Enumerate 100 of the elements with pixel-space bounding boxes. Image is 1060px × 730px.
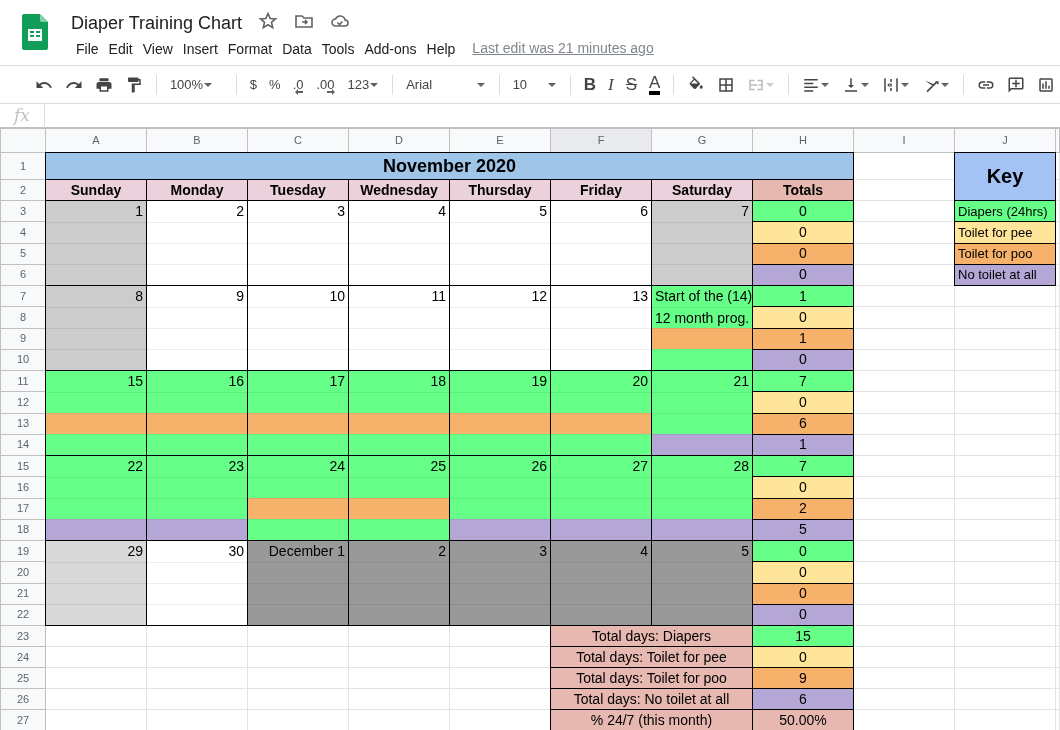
cell-note: 12 month prog.: [655, 309, 750, 328]
row-header[interactable]: 8: [0, 306, 46, 328]
day-number: 22: [126, 457, 143, 476]
column-header[interactable]: A: [45, 128, 147, 153]
column-header[interactable]: H: [752, 128, 854, 153]
column-header[interactable]: D: [348, 128, 450, 153]
row-header[interactable]: 27: [0, 709, 46, 730]
font-size-dropdown[interactable]: 10: [507, 70, 562, 99]
menu-item[interactable]: Format: [222, 38, 278, 59]
summary-label: Total days: Toilet for poo: [550, 667, 753, 689]
day-number: 7: [740, 202, 749, 221]
menu-item[interactable]: File: [71, 38, 104, 59]
day-number: 6: [639, 202, 648, 221]
menu-item[interactable]: Data: [277, 38, 317, 59]
day-number: 5: [740, 542, 749, 561]
row-header[interactable]: 18: [0, 519, 46, 541]
day-number: 12: [530, 287, 547, 306]
day-number: 2: [437, 542, 446, 561]
menu-item[interactable]: Tools: [316, 38, 360, 59]
day-number: 24: [328, 457, 345, 476]
day-number: 19: [530, 372, 547, 391]
menu-item[interactable]: Edit: [103, 38, 138, 59]
cell-note: Start of the (14): [655, 287, 752, 306]
row-header[interactable]: 3: [0, 200, 46, 222]
row-header[interactable]: 22: [0, 604, 46, 626]
key-item: No toilet at all: [954, 264, 1056, 286]
menu-item[interactable]: Insert: [177, 38, 223, 59]
font-dropdown[interactable]: Arial: [401, 70, 491, 99]
row-header[interactable]: 11: [0, 370, 46, 392]
day-number: 1: [134, 202, 143, 221]
day-number: 29: [126, 542, 143, 561]
key-item: Toilet for pee: [954, 221, 1056, 243]
day-number: 26: [530, 457, 547, 476]
column-header[interactable]: E: [449, 128, 551, 153]
row-header[interactable]: 1: [0, 152, 46, 180]
row-header[interactable]: 9: [0, 328, 46, 350]
month-title: November 2020: [45, 152, 854, 180]
column-header[interactable]: B: [146, 128, 248, 153]
row-header[interactable]: 23: [0, 625, 46, 647]
format-button[interactable]: .00: [311, 70, 341, 99]
row-header[interactable]: 10: [0, 349, 46, 371]
row-header[interactable]: 26: [0, 688, 46, 710]
column-header[interactable]: F: [550, 128, 652, 153]
text-style-button[interactable]: A: [644, 70, 666, 99]
row-header[interactable]: 17: [0, 498, 46, 520]
text-wrap-icon: [882, 75, 901, 94]
day-number: 3: [538, 542, 547, 561]
row-header[interactable]: 21: [0, 583, 46, 605]
row-header[interactable]: 2: [0, 179, 46, 201]
weekday-header: Sunday: [45, 179, 147, 201]
row-header[interactable]: 19: [0, 540, 46, 562]
day-number: 16: [227, 372, 244, 391]
day-number: 13: [631, 287, 648, 306]
summary-label: Total days: Toilet for pee: [550, 646, 753, 668]
row-header[interactable]: 16: [0, 476, 46, 498]
summary-label: Total days: Diapers: [550, 625, 753, 647]
day-number: December 1: [267, 542, 345, 561]
day-number: 8: [134, 287, 143, 306]
text-style-button[interactable]: S: [620, 70, 643, 99]
sheets-logo[interactable]: [22, 14, 48, 50]
summary-label: Total days: No toilet at all: [550, 688, 753, 710]
row-header[interactable]: 5: [0, 243, 46, 265]
format-button[interactable]: $: [244, 70, 263, 99]
summary-label: % 24/7 (this month): [550, 709, 753, 730]
format-button[interactable]: .0: [287, 70, 310, 99]
day-number: 2: [235, 202, 244, 221]
column-header[interactable]: G: [651, 128, 753, 153]
day-number: 4: [437, 202, 446, 221]
menu-item[interactable]: Add-ons: [359, 38, 422, 59]
day-number: 9: [235, 287, 244, 306]
column-header[interactable]: I: [853, 128, 955, 153]
row-header[interactable]: 25: [0, 667, 46, 689]
row-header[interactable]: 4: [0, 221, 46, 243]
day-number: 25: [429, 457, 446, 476]
text-style-button[interactable]: B: [578, 70, 602, 99]
zoom-dropdown[interactable]: 100%: [164, 70, 228, 99]
number-format-dropdown[interactable]: 123: [342, 70, 385, 99]
column-header[interactable]: J: [954, 128, 1056, 153]
format-button[interactable]: %: [264, 70, 286, 99]
menu-item[interactable]: View: [137, 38, 178, 59]
row-header[interactable]: 24: [0, 646, 46, 668]
row-header[interactable]: 6: [0, 264, 46, 286]
day-number: 17: [328, 372, 345, 391]
menu-item[interactable]: Help: [421, 38, 461, 59]
day-number: 5: [538, 202, 547, 221]
text-style-button[interactable]: I: [603, 70, 619, 99]
row-header[interactable]: 14: [0, 434, 46, 456]
column-header[interactable]: C: [247, 128, 349, 153]
row-header[interactable]: 12: [0, 391, 46, 413]
day-number: 30: [227, 542, 244, 561]
star-icon[interactable]: [258, 11, 279, 31]
row-header[interactable]: 7: [0, 285, 46, 307]
last-edit-link[interactable]: Last edit was 21 minutes ago: [472, 38, 654, 59]
document-title[interactable]: Diaper Training Chart: [71, 12, 243, 34]
row-header[interactable]: 15: [0, 455, 46, 477]
day-number: 27: [631, 457, 648, 476]
key-item: Toilet for poo: [954, 243, 1056, 265]
row-header[interactable]: 20: [0, 561, 46, 583]
day-number: 15: [126, 372, 143, 391]
row-header[interactable]: 13: [0, 413, 46, 435]
